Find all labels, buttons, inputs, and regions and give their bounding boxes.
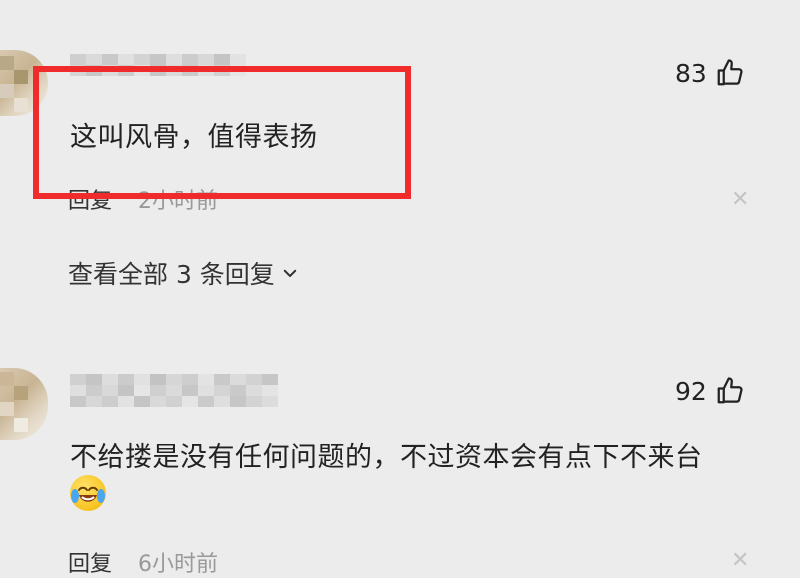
comment-item: 92 不给搂是没有任何问题的，不过资本会有点下不来台 回复 6小时前 ✕ — [0, 340, 800, 577]
thumbs-up-icon — [717, 59, 743, 86]
view-all-label: 查看全部 3 条回复 — [68, 260, 275, 289]
view-all-replies[interactable]: 查看全部 3 条回复 — [68, 255, 299, 291]
chevron-down-icon — [283, 269, 297, 277]
comment-text: 不给搂是没有任何问题的，不过资本会有点下不来台 — [70, 442, 703, 473]
timestamp: 6小时前 — [138, 552, 219, 577]
username[interactable] — [70, 374, 278, 407]
close-icon[interactable]: ✕ — [731, 187, 749, 212]
like-count: 83 — [675, 58, 707, 88]
avatar[interactable] — [0, 368, 48, 440]
reply-button[interactable]: 回复 — [68, 546, 112, 578]
like-count: 92 — [675, 376, 707, 406]
highlight-box — [33, 66, 411, 199]
like-button[interactable]: 83 — [675, 58, 745, 88]
crying-laughing-emoji — [70, 475, 106, 511]
like-button[interactable]: 92 — [675, 376, 745, 406]
comment-meta: 回复 6小时前 — [68, 546, 218, 578]
thumbs-up-icon — [717, 377, 743, 404]
